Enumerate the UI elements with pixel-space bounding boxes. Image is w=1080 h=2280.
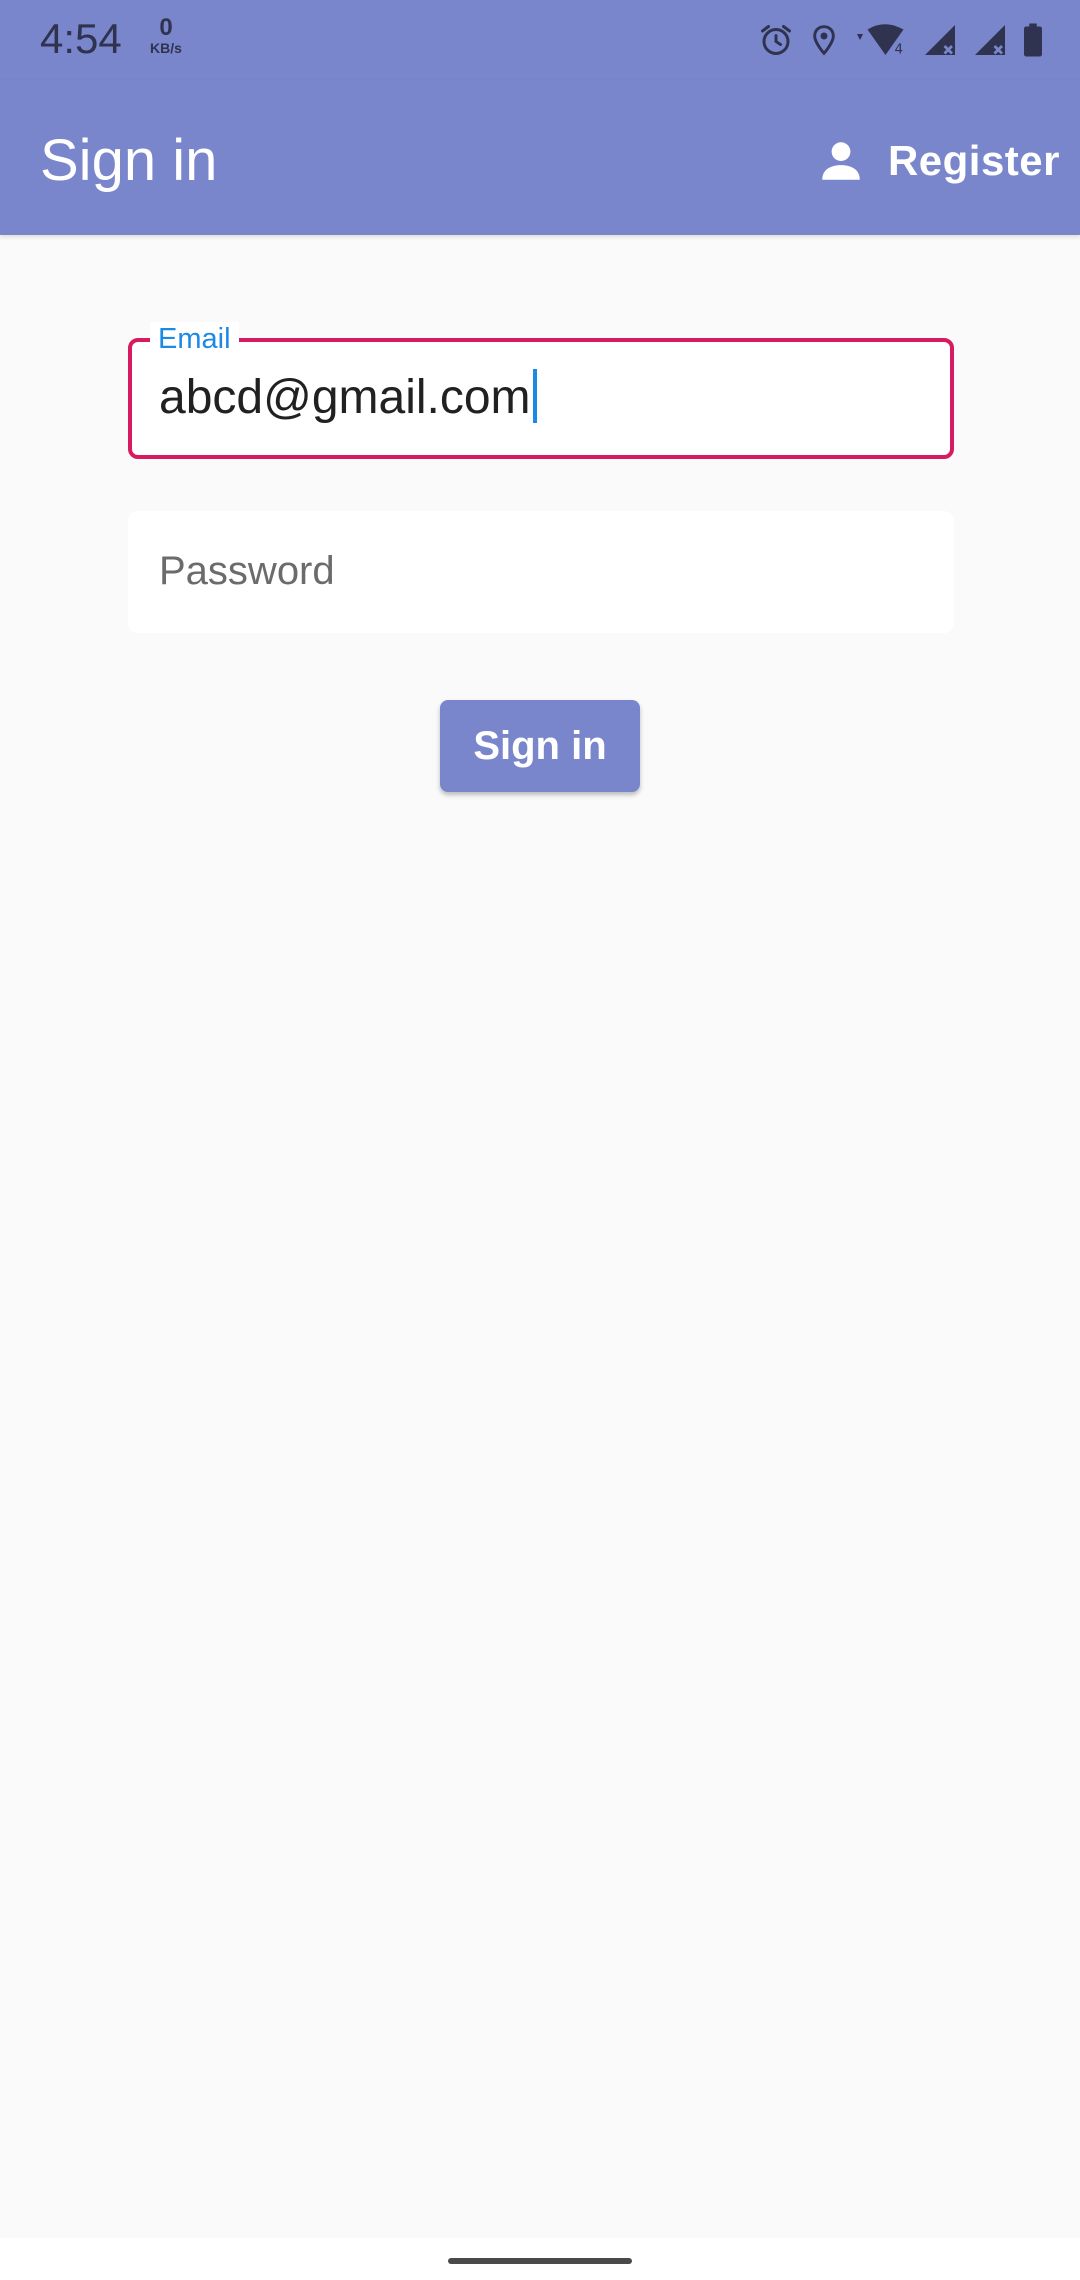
- battery-icon: [1024, 23, 1042, 57]
- svg-text:4: 4: [895, 42, 904, 58]
- network-speed: 0 KB/s: [146, 14, 186, 57]
- app-bar: Sign in Register: [0, 80, 1080, 235]
- register-label: Register: [887, 137, 1060, 184]
- email-field[interactable]: Email abcd@gmail.com: [128, 322, 954, 459]
- network-speed-value: 0: [159, 14, 173, 41]
- password-field[interactable]: Password: [128, 511, 954, 633]
- text-cursor: [532, 369, 537, 423]
- person-icon: [822, 142, 860, 180]
- password-placeholder: Password: [159, 549, 335, 593]
- location-icon: [813, 25, 835, 56]
- wifi-icon: 4: [857, 24, 904, 58]
- status-icons: 4: [758, 18, 1044, 62]
- email-label: Email: [150, 322, 239, 356]
- alarm-icon: [761, 25, 791, 55]
- status-bar: 4:54 0 KB/s 4: [0, 0, 1080, 80]
- navigation-bar: [0, 2238, 1080, 2280]
- email-text: abcd@gmail.com: [159, 371, 531, 424]
- network-speed-unit: KB/s: [150, 40, 182, 56]
- home-indicator[interactable]: [448, 2258, 632, 2264]
- signal-icon: [975, 25, 1005, 55]
- signal-icon: [925, 25, 955, 55]
- status-time: 4:54: [40, 15, 122, 62]
- register-button[interactable]: Register: [800, 120, 1060, 202]
- sign-in-button[interactable]: Sign in: [440, 700, 640, 792]
- page-title: Sign in: [40, 128, 218, 193]
- email-input-value[interactable]: abcd@gmail.com: [159, 368, 537, 428]
